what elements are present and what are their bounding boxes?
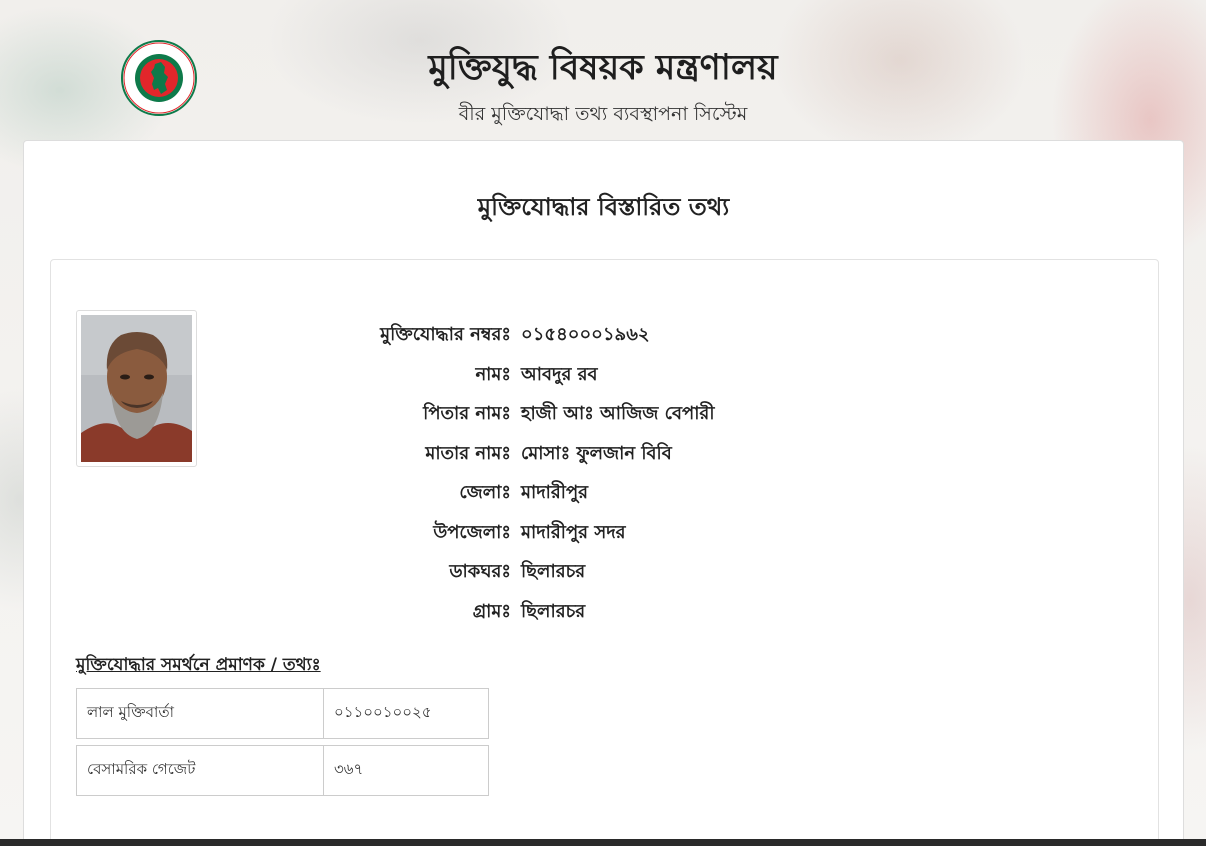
info-value: ছিলারচর [521,600,586,622]
info-label: গ্রামঃ [472,600,511,622]
evidence-heading: মুক্তিযোদ্ধার সমর্থনে প্রমাণক / তথ্যঃ [76,655,321,675]
evidence-value: ০১১০০১০০২৫ [334,703,432,721]
info-value: মোসাঃ ফুলজান বিবি [521,442,672,464]
footer-bar [0,839,1206,846]
evidence-row: বেসামরিক গেজেট ৩৬৭ [76,745,489,796]
page-title: মুক্তিযোদ্ধার বিস্তারিত তথ্য [477,193,730,221]
info-label: পিতার নামঃ [423,403,511,425]
info-label: মাতার নামঃ [425,442,511,464]
info-row-upazila: উপজেলাঃ মাদারীপুর সদর [301,514,715,554]
profile-info-list: মুক্তিযোদ্ধার নম্বরঃ ০১৫৪০০০১৯৬২ নামঃ আব… [301,316,715,633]
site-header: মুক্তিযুদ্ধ বিষয়ক মন্ত্রণালয় বীর মুক্ত… [0,0,1206,140]
info-value: মাদারীপুর সদর [521,521,626,543]
info-label: জেলাঃ [459,482,511,504]
evidence-row: লাল মুক্তিবার্তা ০১১০০১০০২৫ [76,688,489,739]
info-value: মাদারীপুর [521,482,589,504]
info-label: নামঃ [475,363,511,385]
details-card: মুক্তিযোদ্ধার বিস্তারিত তথ্য মুক্তিযোদ্ধ… [23,140,1184,846]
freedom-fighter-profile: মুক্তিযোদ্ধার নম্বরঃ ০১৫৪০০০১৯৬২ নামঃ আব… [50,259,1159,846]
info-label: মুক্তিযোদ্ধার নম্বরঃ [380,324,511,346]
site-title: মুক্তিযুদ্ধ বিষয়ক মন্ত্রণালয় [428,48,778,88]
evidence-value: ৩৬৭ [334,760,364,778]
evidence-name: বেসামরিক গেজেট [77,746,324,795]
info-row-number: মুক্তিযোদ্ধার নম্বরঃ ০১৫৪০০০১৯৬২ [301,316,715,356]
info-row-mother: মাতার নামঃ মোসাঃ ফুলজান বিবি [301,435,715,475]
info-value: আবদুর রব [521,363,598,385]
info-row-name: নামঃ আবদুর রব [301,356,715,396]
info-row-post-office: ডাকঘরঃ ছিলারচর [301,553,715,593]
evidence-name: লাল মুক্তিবার্তা [77,689,324,738]
info-label: ডাকঘরঃ [449,561,511,583]
profile-photo-frame [76,310,197,467]
info-row-father: পিতার নামঃ হাজী আঃ আজিজ বেপারী [301,395,715,435]
info-row-village: গ্রামঃ ছিলারচর [301,593,715,633]
info-value: হাজী আঃ আজিজ বেপারী [521,403,715,425]
info-value: ০১৫৪০০০১৯৬২ [521,324,650,346]
info-label: উপজেলাঃ [433,521,511,543]
info-value: ছিলারচর [521,561,586,583]
site-subtitle: বীর মুক্তিযোদ্ধা তথ্য ব্যবস্থাপনা সিস্টে… [458,103,748,125]
info-row-district: জেলাঃ মাদারীপুর [301,474,715,514]
profile-photo [81,315,192,462]
